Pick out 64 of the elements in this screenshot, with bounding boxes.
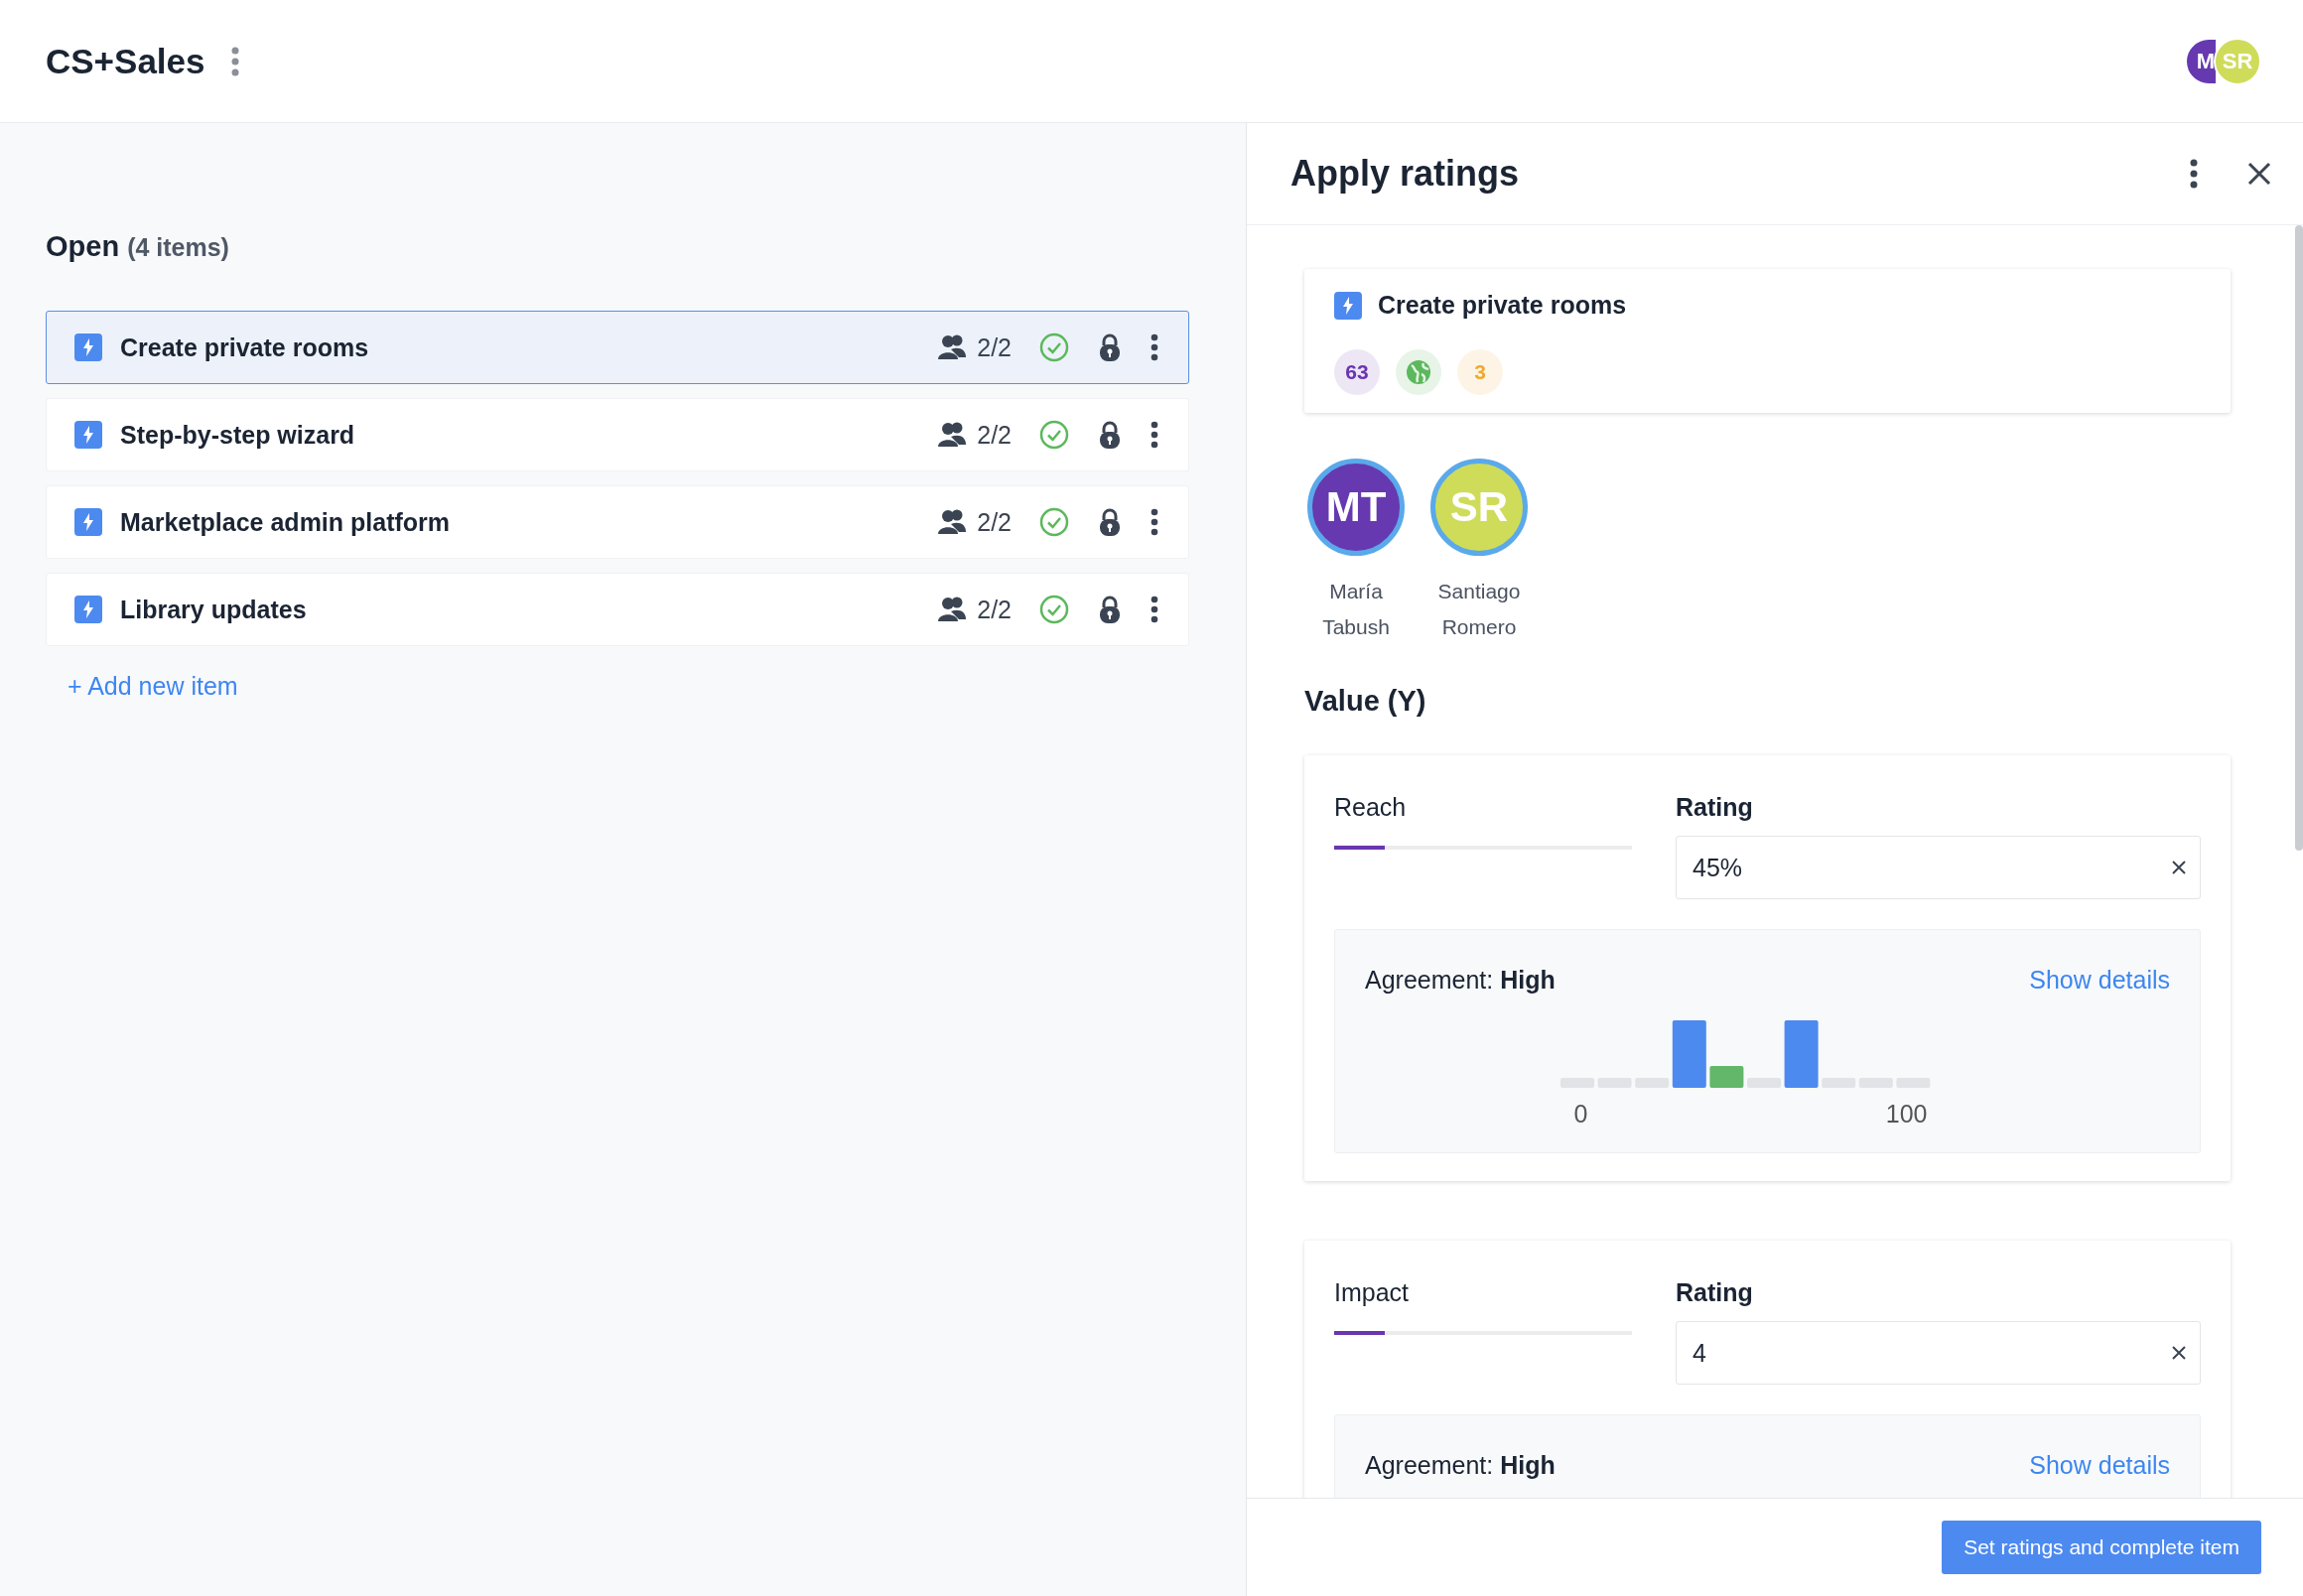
lightning-icon xyxy=(74,508,102,536)
people-icon xyxy=(937,509,968,535)
user-avatar[interactable]: M xyxy=(2185,37,2216,85)
score-badge: 63 xyxy=(1334,349,1380,395)
item-title: Library updates xyxy=(120,595,308,624)
clear-icon[interactable] xyxy=(2172,861,2186,874)
field-label: Rating xyxy=(1676,793,1754,822)
clear-icon[interactable] xyxy=(2172,1346,2186,1360)
more-options-icon[interactable] xyxy=(1151,508,1158,536)
rater-count: 2/2 xyxy=(977,507,1012,537)
lightning-icon xyxy=(74,333,102,361)
rater-avatar: SR xyxy=(1430,459,1528,556)
axis-label: 0 xyxy=(1573,1100,1588,1129)
lock-icon[interactable] xyxy=(1099,595,1121,624)
histogram-bar xyxy=(1672,1020,1706,1088)
histogram-bar xyxy=(1708,1066,1743,1088)
factor-name: Impact xyxy=(1334,1278,1411,1307)
more-options-icon[interactable] xyxy=(1151,596,1158,623)
item-title: Create private rooms xyxy=(120,332,370,362)
people-icon xyxy=(937,597,968,622)
check-circle-icon xyxy=(1039,595,1069,624)
lightning-icon xyxy=(74,421,102,449)
lightning-icon xyxy=(1334,291,1362,320)
scrollbar[interactable] xyxy=(2295,225,2303,851)
rating-field[interactable]: 45% xyxy=(1676,836,2201,899)
histogram-bar xyxy=(1784,1020,1819,1088)
more-options-icon[interactable] xyxy=(1151,333,1158,361)
item-title: Marketplace admin platform xyxy=(120,507,452,537)
section-title: Open xyxy=(46,230,120,263)
people-icon xyxy=(937,422,968,448)
rater-count: 2/2 xyxy=(977,420,1012,450)
check-circle-icon xyxy=(1039,420,1069,450)
more-options-icon[interactable] xyxy=(1151,421,1158,449)
section-heading: Value (Y) xyxy=(1304,685,1427,718)
field-label: Rating xyxy=(1676,1278,1754,1307)
workspace-title: CS+Sales xyxy=(46,41,205,81)
people-icon xyxy=(937,334,968,360)
more-options-icon[interactable] xyxy=(2190,159,2198,189)
lock-icon[interactable] xyxy=(1099,507,1121,537)
list-item[interactable]: Library updates 2/2 xyxy=(46,573,1189,646)
item-count: (4 items) xyxy=(127,233,229,262)
factor-name: Reach xyxy=(1334,793,1408,822)
rater-count: 2/2 xyxy=(977,332,1012,362)
panel-title: Apply ratings xyxy=(1290,153,1521,195)
axis-label: 100 xyxy=(1885,1100,1928,1129)
rating-field[interactable]: 4 xyxy=(1676,1321,2201,1385)
agreement-text: Agreement: High xyxy=(1365,966,1556,995)
rater-name: María Tabush xyxy=(1321,579,1391,640)
lock-icon[interactable] xyxy=(1099,332,1121,362)
rater-avatar: MT xyxy=(1307,459,1405,556)
list-item[interactable]: Marketplace admin platform 2/2 xyxy=(46,485,1189,559)
item-title: Step-by-step wizard xyxy=(120,420,356,450)
item-title: Create private rooms xyxy=(1378,291,1628,320)
check-circle-icon xyxy=(1039,507,1069,537)
score-badge: 3 xyxy=(1457,349,1503,395)
agreement-text: Agreement: High xyxy=(1365,1451,1556,1480)
rater-count: 2/2 xyxy=(977,595,1012,624)
list-item[interactable]: Create private rooms 2/2 xyxy=(46,311,1189,384)
check-circle-icon xyxy=(1039,332,1069,362)
rater-name: Santiago Romero xyxy=(1436,579,1522,640)
lock-icon[interactable] xyxy=(1099,420,1121,450)
lightning-icon xyxy=(74,596,102,623)
list-item[interactable]: Step-by-step wizard 2/2 xyxy=(46,398,1189,471)
close-icon[interactable] xyxy=(2247,162,2271,186)
